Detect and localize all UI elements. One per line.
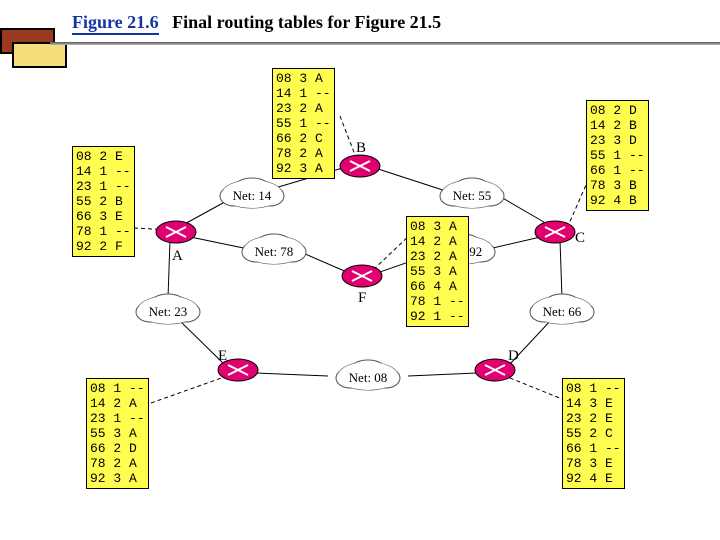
net-23: Net: 23 (136, 304, 200, 320)
routing-table-E: 08 1 -- 14 2 A 23 1 -- 55 3 A 66 2 D 78 … (86, 378, 149, 489)
router-label-F: F (358, 290, 366, 307)
net-78: Net: 78 (242, 244, 306, 260)
router-label-D: D (508, 348, 519, 365)
net-14: Net: 14 (220, 188, 284, 204)
figure-title: Figure 21.6 Final routing tables for Fig… (72, 12, 441, 35)
net-66: Net: 66 (530, 304, 594, 320)
router-label-C: C (575, 230, 585, 247)
routing-table-B: 08 3 A 14 1 -- 23 2 A 55 1 -- 66 2 C 78 … (272, 68, 335, 179)
routing-table-A: 08 2 E 14 1 -- 23 1 -- 55 2 B 66 3 E 78 … (72, 146, 135, 257)
divider (50, 42, 720, 45)
router-label-A: A (172, 248, 183, 265)
routing-table-F: 08 3 A 14 2 A 23 2 A 55 3 A 66 4 A 78 1 … (406, 216, 469, 327)
router-label-E: E (218, 348, 227, 365)
figure-caption: Final routing tables for Figure 21.5 (172, 12, 441, 32)
diagram: Net: 14 Net: 55 Net: 78 Net: 92 Net: 23 … (0, 58, 720, 488)
figure-number: Figure 21.6 (72, 12, 159, 35)
net-08: Net: 08 (336, 370, 400, 386)
router-label-B: B (356, 140, 366, 157)
routing-table-C: 08 2 D 14 2 B 23 3 D 55 1 -- 66 1 -- 78 … (586, 100, 649, 211)
net-55: Net: 55 (440, 188, 504, 204)
routing-table-D: 08 1 -- 14 3 E 23 2 E 55 2 C 66 1 -- 78 … (562, 378, 625, 489)
